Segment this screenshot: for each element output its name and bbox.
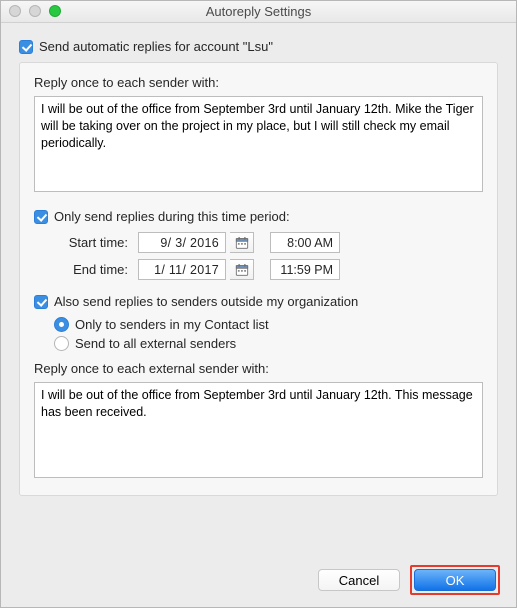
end-date-field[interactable]: 1/ 11/ 2017 <box>138 259 226 280</box>
external-replies-row[interactable]: Also send replies to senders outside my … <box>34 294 483 309</box>
minimize-window-button[interactable] <box>29 5 41 17</box>
time-period-row[interactable]: Only send replies during this time perio… <box>34 209 483 224</box>
calendar-icon <box>235 236 249 250</box>
start-date-field[interactable]: 9/ 3/ 2016 <box>138 232 226 253</box>
window-controls <box>9 5 61 17</box>
start-date-picker-button[interactable] <box>230 232 254 253</box>
external-reply-textarea[interactable]: I will be out of the office from Septemb… <box>34 382 483 478</box>
internal-reply-label: Reply once to each sender with: <box>34 75 483 90</box>
external-options: Only to senders in my Contact list Send … <box>54 317 483 351</box>
radio-all-label: Send to all external senders <box>75 336 236 351</box>
ok-button-highlight: OK <box>410 565 500 595</box>
radio-contacts-label: Only to senders in my Contact list <box>75 317 269 332</box>
time-period-label: Only send replies during this time perio… <box>54 209 290 224</box>
calendar-icon <box>235 263 249 277</box>
content-area: Send automatic replies for account "Lsu"… <box>1 23 516 510</box>
send-auto-replies-label: Send automatic replies for account "Lsu" <box>39 39 273 54</box>
send-auto-replies-row[interactable]: Send automatic replies for account "Lsu" <box>19 39 498 54</box>
end-time-field[interactable]: 11:59 PM <box>270 259 340 280</box>
window-title: Autoreply Settings <box>206 4 312 19</box>
end-time-row: End time: 1/ 11/ 2017 11:59 PM <box>54 259 483 280</box>
internal-reply-textarea[interactable]: I will be out of the office from Septemb… <box>34 96 483 192</box>
radio-all-row[interactable]: Send to all external senders <box>54 336 483 351</box>
radio-all[interactable] <box>54 336 69 351</box>
external-reply-label: Reply once to each external sender with: <box>34 361 483 376</box>
external-replies-label: Also send replies to senders outside my … <box>54 294 358 309</box>
radio-contacts[interactable] <box>54 317 69 332</box>
end-time-label: End time: <box>54 262 134 277</box>
ok-button[interactable]: OK <box>414 569 496 591</box>
radio-contacts-row[interactable]: Only to senders in my Contact list <box>54 317 483 332</box>
time-period-checkbox[interactable] <box>34 210 48 224</box>
cancel-button[interactable]: Cancel <box>318 569 400 591</box>
send-auto-replies-checkbox[interactable] <box>19 40 33 54</box>
end-date-picker-button[interactable] <box>230 259 254 280</box>
dialog-footer: Cancel OK <box>318 565 500 595</box>
start-time-label: Start time: <box>54 235 134 250</box>
start-time-field[interactable]: 8:00 AM <box>270 232 340 253</box>
zoom-window-button[interactable] <box>49 5 61 17</box>
external-replies-checkbox[interactable] <box>34 295 48 309</box>
time-period-fields: Start time: 9/ 3/ 2016 8:00 AM End time:… <box>54 232 483 280</box>
close-window-button[interactable] <box>9 5 21 17</box>
settings-panel: Reply once to each sender with: I will b… <box>19 62 498 496</box>
start-time-row: Start time: 9/ 3/ 2016 8:00 AM <box>54 232 483 253</box>
window-titlebar: Autoreply Settings <box>1 1 516 23</box>
autoreply-settings-window: Autoreply Settings Send automatic replie… <box>0 0 517 608</box>
